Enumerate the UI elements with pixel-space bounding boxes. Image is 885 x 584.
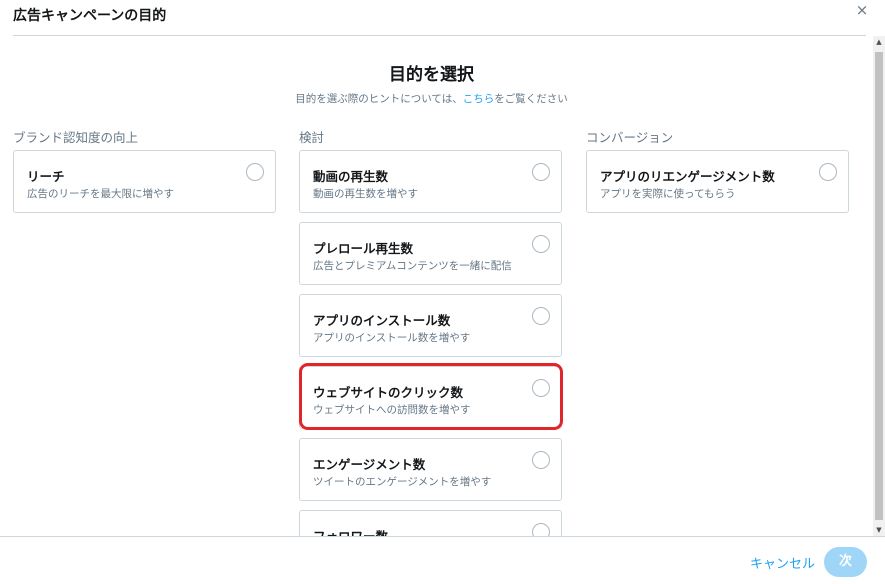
card-subtitle: 動画の再生数を増やす	[313, 188, 418, 200]
radio-button[interactable]	[532, 523, 550, 536]
objective-card-app-reengagements[interactable]: アプリのリエンゲージメント数 アプリを実際に使ってもらう	[586, 150, 849, 213]
objective-card-followers[interactable]: フォロワー数	[299, 510, 562, 536]
radio-button[interactable]	[246, 163, 264, 181]
radio-button[interactable]	[819, 163, 837, 181]
main-title: 目的を選択	[389, 65, 474, 85]
card-subtitle: 広告のリーチを最大限に増やす	[27, 188, 174, 200]
vertical-scrollbar[interactable]: ▲ ▼	[873, 36, 885, 536]
hint-text: 目的を選ぶ際のヒントについては、こちらをご覧ください	[0, 91, 863, 106]
card-title: リーチ	[27, 169, 65, 184]
card-subtitle: アプリを実際に使ってもらう	[600, 188, 736, 200]
card-title: 動画の再生数	[313, 169, 389, 184]
card-subtitle: 広告とプレミアムコンテンツを一緒に配信	[313, 260, 512, 272]
card-title: アプリのインストール数	[313, 313, 451, 328]
objective-card-engagements[interactable]: エンゲージメント数 ツイートのエンゲージメントを増やす	[299, 438, 562, 501]
column-header-awareness: ブランド認知度の向上	[13, 130, 139, 145]
scroll-down-icon[interactable]: ▼	[873, 524, 885, 536]
scroll-thumb[interactable]	[875, 52, 883, 520]
radio-button[interactable]	[532, 235, 550, 253]
card-title: エンゲージメント数	[313, 457, 426, 472]
dialog-footer: キャンセル 次	[0, 536, 885, 584]
radio-button[interactable]	[532, 379, 550, 397]
hint-text-before: 目的を選ぶ際のヒントについては、	[295, 93, 463, 105]
radio-button[interactable]	[532, 163, 550, 181]
card-subtitle: ツイートのエンゲージメントを増やす	[313, 476, 492, 488]
objective-card-video-views[interactable]: 動画の再生数 動画の再生数を増やす	[299, 150, 562, 213]
radio-button[interactable]	[532, 307, 550, 325]
column-header-consideration: 検討	[299, 130, 325, 145]
objective-card-website-clicks[interactable]: ウェブサイトのクリック数 ウェブサイトへの訪問数を増やす	[299, 366, 562, 429]
objective-card-preroll-views[interactable]: プレロール再生数 広告とプレミアムコンテンツを一緒に配信	[299, 222, 562, 285]
card-title: フォロワー数	[313, 526, 388, 536]
hint-link[interactable]: こちら	[463, 93, 495, 105]
cancel-button[interactable]: キャンセル	[750, 553, 815, 572]
column-header-conversion: コンバージョン	[586, 130, 674, 145]
objective-card-reach[interactable]: リーチ 広告のリーチを最大限に増やす	[13, 150, 276, 213]
scroll-up-icon[interactable]: ▲	[873, 36, 885, 48]
card-title: アプリのリエンゲージメント数	[600, 169, 775, 184]
card-subtitle: アプリのインストール数を増やす	[313, 332, 471, 344]
card-subtitle: ウェブサイトへの訪問数を増やす	[313, 404, 471, 416]
close-icon[interactable]: ×	[853, 1, 871, 19]
objective-scroll-area[interactable]: 目的を選択 目的を選ぶ際のヒントについては、こちらをご覧ください ブランド認知度…	[0, 36, 873, 536]
next-button[interactable]: 次	[824, 547, 867, 577]
objective-card-app-installs[interactable]: アプリのインストール数 アプリのインストール数を増やす	[299, 294, 562, 357]
card-title: ウェブサイトのクリック数	[313, 385, 464, 400]
card-title: プレロール再生数	[313, 241, 414, 256]
radio-button[interactable]	[532, 451, 550, 469]
dialog-title: 広告キャンペーンの目的	[13, 8, 167, 24]
hint-text-after: をご覧ください	[494, 93, 568, 105]
